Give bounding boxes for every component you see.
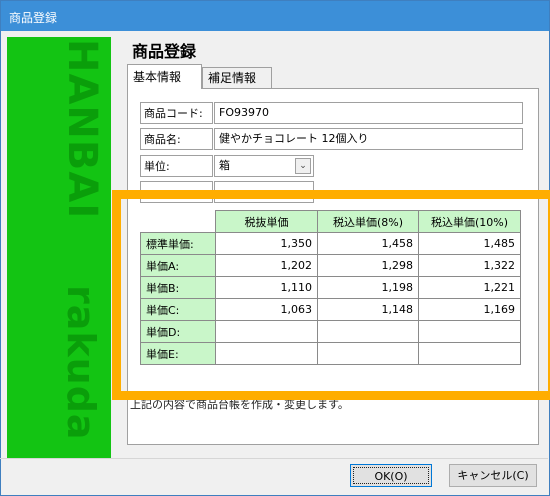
price-cell[interactable]: 1,298 bbox=[317, 254, 419, 277]
product-code-label: 商品コード: bbox=[140, 102, 213, 124]
price-cell[interactable] bbox=[317, 342, 419, 365]
price-cell[interactable]: 1,221 bbox=[418, 276, 521, 299]
price-cell[interactable] bbox=[215, 320, 318, 343]
column-header-tax-excluded: 税抜単価 bbox=[215, 210, 318, 233]
table-row: 単価B: 1,110 1,198 1,221 bbox=[140, 276, 521, 299]
table-row: 単価D: bbox=[140, 320, 521, 343]
table-corner-cell bbox=[140, 210, 216, 233]
tab-basic-info[interactable]: 基本情報 bbox=[127, 64, 202, 89]
price-table-header-row: 税抜単価 税込単価(8%) 税込単価(10%) bbox=[140, 210, 521, 233]
sidebar-banner: HANBAI rakuda bbox=[7, 37, 111, 459]
row-label-a: 単価A: bbox=[140, 254, 216, 277]
ok-button[interactable]: OK(O) bbox=[350, 464, 432, 487]
price-cell[interactable]: 1,169 bbox=[418, 298, 521, 321]
price-cell[interactable] bbox=[418, 320, 521, 343]
window-title: 商品登録 bbox=[9, 11, 58, 25]
row-label-standard: 標準単価: bbox=[140, 232, 216, 255]
price-cell[interactable]: 1,110 bbox=[215, 276, 318, 299]
column-header-tax-included-8: 税込単価(8%) bbox=[317, 210, 419, 233]
price-cell[interactable]: 1,202 bbox=[215, 254, 318, 277]
price-cell[interactable]: 1,063 bbox=[215, 298, 318, 321]
table-row: 単価E: bbox=[140, 342, 521, 365]
page-title: 商品登録 bbox=[132, 42, 197, 61]
price-cell[interactable] bbox=[418, 342, 521, 365]
price-cell[interactable] bbox=[215, 342, 318, 365]
price-table: 税抜単価 税込単価(8%) 税込単価(10%) 標準単価: 1,350 1,45… bbox=[140, 210, 521, 365]
unit-select-value: 箱 bbox=[219, 159, 230, 172]
product-name-label: 商品名: bbox=[140, 128, 213, 150]
price-cell[interactable]: 1,458 bbox=[317, 232, 419, 255]
unit-select[interactable]: 箱 ⌄ bbox=[214, 155, 314, 177]
table-row: 標準単価: 1,350 1,458 1,485 bbox=[140, 232, 521, 255]
sidebar-logo-text-bottom: rakuda bbox=[59, 285, 103, 441]
footer-divider bbox=[0, 458, 548, 459]
tab-additional-info[interactable]: 補足情報 bbox=[202, 67, 272, 88]
row-label-b: 単価B: bbox=[140, 276, 216, 299]
row-label-d: 単価D: bbox=[140, 320, 216, 343]
product-name-field[interactable]: 健やかチョコレート 12個入り bbox=[214, 128, 523, 150]
title-bar[interactable]: 商品登録 bbox=[1, 1, 549, 31]
price-cell[interactable] bbox=[317, 320, 419, 343]
info-message: 上記の内容で商品台帳を作成・変更します。 bbox=[130, 398, 349, 411]
price-cell[interactable]: 1,198 bbox=[317, 276, 419, 299]
unit-label: 単位: bbox=[140, 155, 213, 177]
chevron-down-icon[interactable]: ⌄ bbox=[295, 158, 311, 174]
table-row: 単価A: 1,202 1,298 1,322 bbox=[140, 254, 521, 277]
table-row: 単価C: 1,063 1,148 1,169 bbox=[140, 298, 521, 321]
ok-button-label: OK(O) bbox=[353, 467, 429, 484]
price-cell[interactable]: 1,322 bbox=[418, 254, 521, 277]
hidden-field-input[interactable] bbox=[214, 181, 314, 203]
sidebar-logo-text-top: HANBAI bbox=[59, 39, 105, 220]
product-code-field[interactable]: FO93970 bbox=[214, 102, 523, 124]
price-cell[interactable]: 1,148 bbox=[317, 298, 419, 321]
column-header-tax-included-10: 税込単価(10%) bbox=[418, 210, 521, 233]
cancel-button[interactable]: キャンセル(C) bbox=[449, 464, 537, 487]
row-label-e: 単価E: bbox=[140, 342, 216, 365]
price-cell[interactable]: 1,485 bbox=[418, 232, 521, 255]
row-label-c: 単価C: bbox=[140, 298, 216, 321]
hidden-field-label bbox=[140, 181, 213, 203]
price-cell[interactable]: 1,350 bbox=[215, 232, 318, 255]
